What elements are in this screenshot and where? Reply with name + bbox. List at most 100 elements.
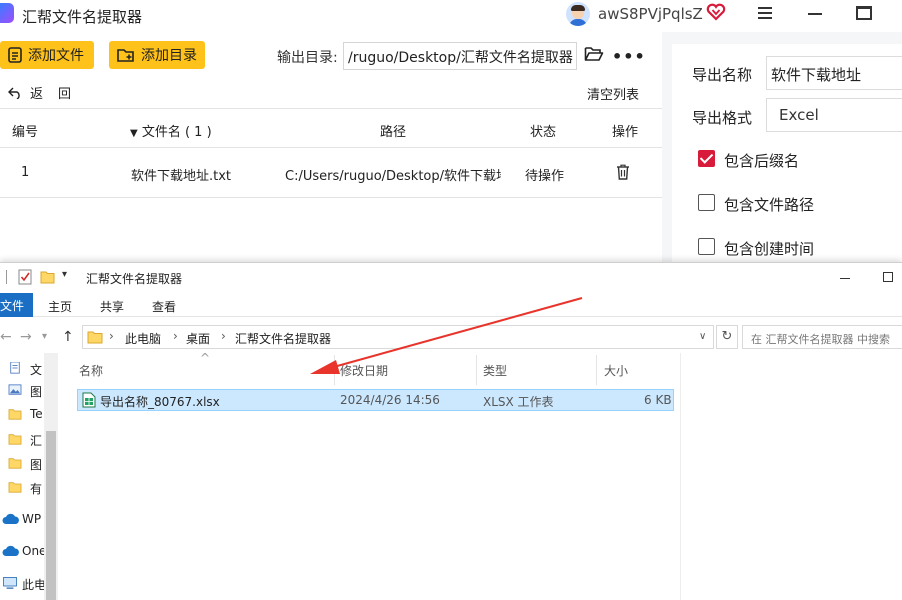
folder-icon <box>8 482 22 493</box>
ribbon-tab-view[interactable]: 查看 <box>152 298 176 315</box>
add-file-button[interactable]: 添加文件 <box>0 41 94 69</box>
export-format-select[interactable]: Excel <box>766 98 902 132</box>
column-divider[interactable] <box>476 355 477 385</box>
breadcrumb-desktop[interactable]: 桌面 <box>186 330 210 347</box>
address-row: ← → ▾ ↑ › 此电脑 › 桌面 › 汇帮文件名提取器 ∨ ↻ 在 汇帮文件… <box>0 323 902 351</box>
back-button[interactable]: 返 <box>8 83 43 102</box>
vip-heart-icon[interactable] <box>706 3 726 21</box>
output-dir-field[interactable]: /ruguo/Desktop/汇帮文件名提取器 <box>343 42 577 70</box>
qa-dropdown-icon[interactable]: ▾ <box>62 269 67 280</box>
col-size[interactable]: 大小 <box>604 362 628 379</box>
nav-item[interactable]: WP <box>0 509 44 531</box>
back-nav-icon[interactable]: ← <box>0 329 12 345</box>
file-list-item[interactable]: 导出名称_80767.xlsx 2024/4/26 14:56 XLSX 工作表… <box>77 389 674 411</box>
nav-item[interactable]: Te <box>0 404 44 426</box>
explorer-minimize-icon[interactable] <box>840 278 850 279</box>
nav-item-label: 有 <box>30 482 43 496</box>
user-avatar[interactable] <box>566 2 590 26</box>
nav-item[interactable]: 此电 <box>0 573 44 595</box>
col-path: 路径 <box>380 125 407 140</box>
breadcrumb-this-pc[interactable]: 此电脑 <box>125 330 161 347</box>
col-index: 编号 <box>12 125 39 140</box>
maximize-icon[interactable] <box>856 6 872 20</box>
include-extension-label: 包含后缀名 <box>724 152 800 170</box>
table-header: 编号 ▼ 文件名 ( 1 ) 路径 状态 操作 <box>0 108 662 148</box>
file-size: 6 KB <box>644 393 672 407</box>
column-divider[interactable] <box>596 355 597 385</box>
minimize-icon[interactable] <box>808 13 822 15</box>
nav-scrollbar[interactable] <box>44 353 58 600</box>
nav-item[interactable]: One <box>0 541 44 563</box>
breadcrumb-separator: › <box>221 329 226 343</box>
document-icon <box>10 362 20 374</box>
column-divider[interactable] <box>334 355 335 385</box>
computer-icon <box>3 577 17 589</box>
sort-up-icon: ^ <box>200 351 211 365</box>
output-dir-label: 输出目录: <box>277 50 338 66</box>
nav-item-label: 汇 <box>30 434 43 448</box>
xlsx-file-icon <box>82 392 96 408</box>
up-nav-icon[interactable]: ↑ <box>62 329 74 345</box>
include-created-time-checkbox[interactable] <box>698 238 715 255</box>
folder-icon <box>87 331 103 344</box>
folder-icon <box>8 409 22 420</box>
ribbon-tab-home[interactable]: 主页 <box>48 298 72 315</box>
folder-open-icon[interactable] <box>584 45 604 63</box>
include-path-checkbox[interactable] <box>698 194 715 211</box>
folder-icon <box>8 434 22 445</box>
address-bar[interactable]: › 此电脑 › 桌面 › 汇帮文件名提取器 ∨ <box>82 325 714 349</box>
breadcrumb-separator: › <box>173 329 178 343</box>
ribbon-tab-file[interactable]: 文件 <box>0 293 33 317</box>
explorer-refresh-icon[interactable]: ↻ <box>716 325 738 349</box>
include-created-time-label: 包含创建时间 <box>724 240 815 258</box>
nav-item-label: Te <box>30 407 43 421</box>
app-title: 汇帮文件名提取器 <box>22 8 143 26</box>
export-name-label: 导出名称 <box>692 66 753 84</box>
col-type[interactable]: 类型 <box>483 362 507 379</box>
explorer-search-input[interactable]: 在 汇帮文件名提取器 中搜索 <box>742 325 902 349</box>
properties-icon[interactable] <box>18 269 32 285</box>
row-index: 1 <box>21 165 30 180</box>
row-status: 待操作 <box>525 169 565 184</box>
include-path-label: 包含文件路径 <box>724 196 815 214</box>
hamburger-icon[interactable] <box>758 7 772 19</box>
file-name: 导出名称_80767.xlsx <box>100 395 220 409</box>
table-row[interactable]: 1 软件下载地址.txt C:/Users/ruguo/Desktop/软件下载… <box>0 148 662 198</box>
add-file-label: 添加文件 <box>28 48 84 64</box>
username[interactable]: awS8PVjPqlsZ <box>598 5 703 23</box>
refresh-button[interactable]: 回 <box>58 83 71 102</box>
ribbon-tab-share[interactable]: 共享 <box>100 298 124 315</box>
nav-item[interactable]: 图 <box>0 453 44 475</box>
sort-down-icon: ▼ <box>130 128 138 139</box>
settings-panel: 导出名称 软件下载地址 导出格式 Excel 包含后缀名 包含文件路径 包含创建… <box>662 32 902 274</box>
more-options-icon[interactable]: ••• <box>612 47 646 66</box>
nav-item[interactable]: 有 <box>0 477 44 499</box>
cloud-icon <box>2 545 19 556</box>
export-name-input[interactable]: 软件下载地址 <box>766 56 902 90</box>
nav-item[interactable]: 汇 <box>0 429 44 451</box>
breadcrumb-separator: › <box>109 329 114 343</box>
new-folder-icon[interactable] <box>40 269 56 285</box>
explorer-title: 汇帮文件名提取器 <box>86 272 183 286</box>
clear-list-button[interactable]: 清空列表 <box>587 84 639 103</box>
col-filename-label: 文件名 ( 1 ) <box>141 125 212 140</box>
nav-item[interactable]: 图 <box>0 380 44 402</box>
explorer-maximize-icon[interactable] <box>883 272 893 282</box>
navigation-pane: 文 图 Te 汇 图 有 WP One 此电 <box>0 353 58 600</box>
export-format-label: 导出格式 <box>692 109 753 127</box>
col-filename[interactable]: ▼ 文件名 ( 1 ) <box>130 121 212 140</box>
breadcrumb-current[interactable]: 汇帮文件名提取器 <box>235 330 331 347</box>
include-extension-checkbox[interactable] <box>698 150 715 167</box>
nav-item-label: One <box>22 544 44 558</box>
col-name[interactable]: 名称 <box>79 362 103 379</box>
add-file-icon <box>8 47 22 63</box>
add-directory-button[interactable]: 添加目录 <box>109 41 205 69</box>
file-explorer-window: ▾ 汇帮文件名提取器 文件 主页 共享 查看 ← → ▾ ↑ › 此电脑 › 桌… <box>0 262 902 600</box>
forward-nav-icon[interactable]: → <box>20 329 32 345</box>
qa-divider <box>6 270 7 284</box>
address-dropdown-icon[interactable]: ∨ <box>699 331 706 342</box>
nav-item[interactable]: 文 <box>0 358 44 380</box>
trash-icon[interactable] <box>616 164 630 180</box>
col-modified[interactable]: 修改日期 <box>340 362 388 379</box>
recent-dropdown-icon[interactable]: ▾ <box>42 331 47 342</box>
